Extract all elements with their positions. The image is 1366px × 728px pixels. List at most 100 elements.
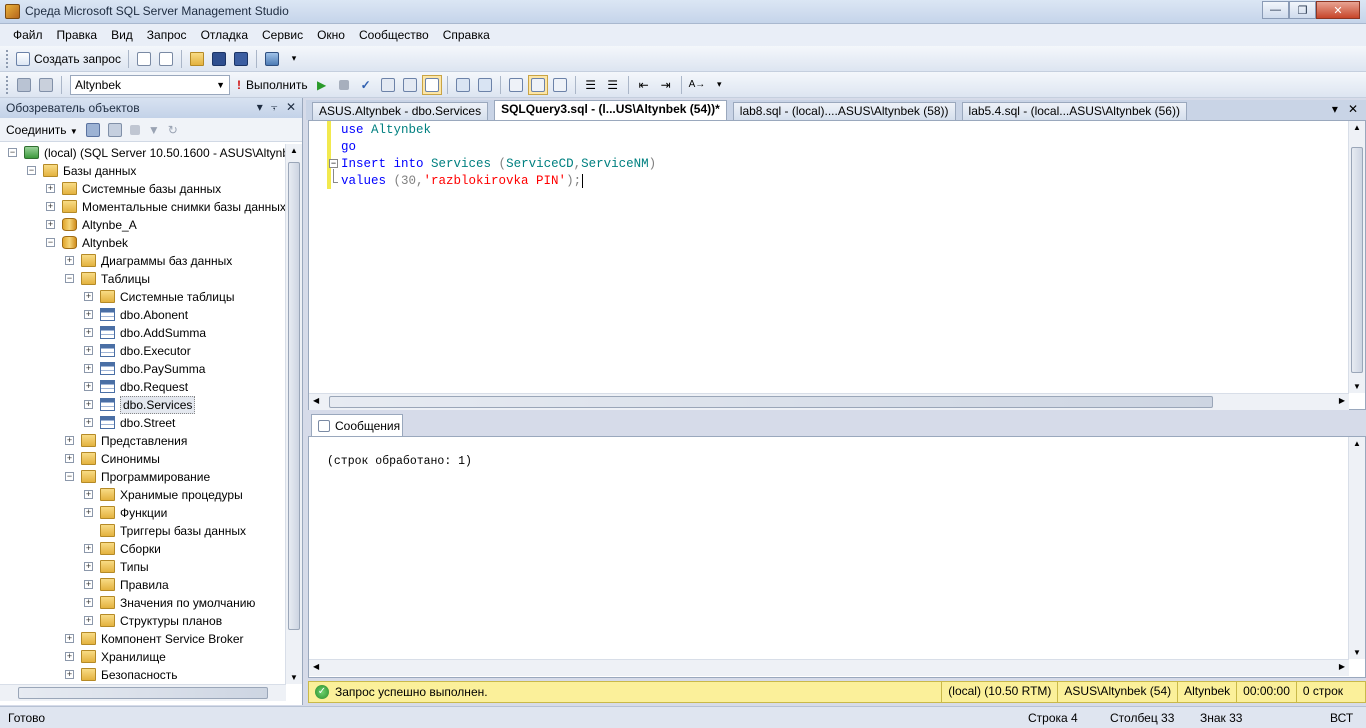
increase-indent-button[interactable]: ⇥ [656,75,676,95]
results-to-text-button[interactable] [506,75,526,95]
scroll-thumb-h[interactable] [18,687,268,699]
expand-icon[interactable]: + [84,616,93,625]
results-to-file-button[interactable] [550,75,570,95]
expand-icon[interactable]: + [84,490,93,499]
parse-button[interactable]: ✓ [356,75,376,95]
messages-pane[interactable]: (строк обработано: 1) ▲ ▼ ◀ ▶ [308,436,1366,678]
expand-icon[interactable]: + [84,346,93,355]
tree-node[interactable]: − Программирование [0,468,286,486]
pane-dropdown-icon[interactable]: ▾ [257,100,263,115]
expand-icon[interactable]: + [84,400,93,409]
menu-file[interactable]: Файл [6,24,50,46]
menu-help[interactable]: Справка [436,24,497,46]
object-explorer-vscroll[interactable]: ▲ ▼ [285,144,302,684]
tree-node[interactable]: + Хранилище [0,648,286,666]
comment-button[interactable]: ☰ [581,75,601,95]
activity-monitor-button[interactable] [262,49,282,69]
toolbar-options-button[interactable]: ▾ [284,49,304,69]
expand-icon[interactable]: + [84,292,93,301]
connect-dropdown[interactable]: Соединить ▼ [6,123,78,137]
tree-node[interactable]: + Системные таблицы [0,288,286,306]
code-line[interactable]: Insert into Services (ServiceCD,ServiceN… [341,156,656,173]
tree-node[interactable]: + Правила [0,576,286,594]
connect-button[interactable] [14,75,34,95]
results-hscroll[interactable]: ◀ ▶ [309,659,1349,676]
editor-scroll-thumb[interactable] [1351,147,1363,373]
disconnect-server-icon[interactable] [107,122,122,137]
expand-icon[interactable]: + [84,562,93,571]
filter-icon[interactable]: ▼ [148,123,160,137]
tree-node[interactable]: + Типы [0,558,286,576]
toolbar-grip[interactable] [6,49,9,68]
refresh-icon[interactable]: ↻ [168,123,178,137]
tree-node[interactable]: + Безопасность [0,666,286,684]
tree-node[interactable]: − Таблицы [0,270,286,288]
decrease-indent-button[interactable]: ⇤ [634,75,654,95]
menu-window[interactable]: Окно [310,24,352,46]
expand-icon[interactable]: + [65,436,74,445]
intellisense-button[interactable] [421,74,442,95]
collapse-icon[interactable]: − [65,472,74,481]
tab-close-icon[interactable]: ✕ [1348,102,1358,116]
document-tab[interactable]: SQLQuery3.sql - (l...US\Altynbek (54))* [494,100,727,120]
tree-node[interactable]: + dbo.AddSumma [0,324,286,342]
expand-icon[interactable]: + [84,328,93,337]
menu-edit[interactable]: Правка [50,24,105,46]
expand-icon[interactable]: + [84,382,93,391]
messages-tab[interactable]: Сообщения [311,414,403,436]
tree-node[interactable]: + dbo.PaySumma [0,360,286,378]
scroll-down-arrow[interactable]: ▼ [290,673,298,682]
scroll-left-arrow[interactable]: ◀ [313,662,319,671]
results-vscroll[interactable]: ▲ ▼ [1348,437,1365,659]
tree-node[interactable]: − Altynbek [0,234,286,252]
expand-icon[interactable]: + [65,256,74,265]
pane-close-icon[interactable]: ✕ [286,100,296,115]
collapse-icon[interactable]: − [65,274,74,283]
collapse-icon[interactable]: − [46,238,55,247]
code-line[interactable]: use Altynbek [341,122,656,139]
scroll-left-arrow[interactable]: ◀ [313,396,319,405]
tree-node[interactable]: + Сборки [0,540,286,558]
tree-node[interactable]: − (local) (SQL Server 10.50.1600 - ASUS\A… [0,144,286,162]
menu-community[interactable]: Сообщество [352,24,436,46]
new-project-button[interactable] [156,49,176,69]
tree-node[interactable]: + Altynbe_A [0,216,286,234]
collapse-icon[interactable]: − [8,148,17,157]
stop-icon[interactable] [129,124,140,135]
minimize-button[interactable]: — [1262,1,1289,19]
scroll-thumb[interactable] [288,162,300,630]
estimated-plan-button[interactable] [453,75,473,95]
scroll-down-arrow[interactable]: ▼ [1353,648,1361,657]
scroll-down-arrow[interactable]: ▼ [1353,382,1361,391]
execute-button[interactable]: ! Выполнить [235,75,310,95]
expand-icon[interactable]: + [84,310,93,319]
tree-node[interactable]: + dbo.Executor [0,342,286,360]
new-file-button[interactable] [134,49,154,69]
menu-query[interactable]: Запрос [140,24,194,46]
tree-node[interactable]: + dbo.Street [0,414,286,432]
collapse-icon[interactable]: − [27,166,36,175]
editor-scroll-thumb-h[interactable] [329,396,1213,408]
pin-icon[interactable]: ⍪ [271,100,278,115]
expand-icon[interactable]: + [84,580,93,589]
expand-icon[interactable]: + [65,652,74,661]
scroll-up-arrow[interactable]: ▲ [1353,123,1361,132]
save-all-button[interactable] [231,49,251,69]
toolbar-options-button-2[interactable]: ▾ [709,75,729,95]
expand-icon[interactable]: + [46,184,55,193]
code-line[interactable]: go [341,139,656,156]
tree-node[interactable]: + Хранимые процедуры [0,486,286,504]
expand-icon[interactable]: + [65,634,74,643]
uncomment-button[interactable]: ☰ [603,75,623,95]
tree-node[interactable]: + Диаграммы баз данных [0,252,286,270]
display-plan-button[interactable] [378,75,398,95]
document-tab[interactable]: lab8.sql - (local)....ASUS\Altynbek (58)… [732,102,956,120]
code-line[interactable]: values (30,'razblokirovka PIN'); [341,173,656,190]
connect-server-icon[interactable] [85,122,100,137]
tree-node[interactable]: + Системные базы данных [0,180,286,198]
menu-tools[interactable]: Сервис [255,24,310,46]
open-file-button[interactable] [187,49,207,69]
editor-hscroll[interactable]: ◀ ▶ [309,393,1349,410]
tree-node[interactable]: + Представления [0,432,286,450]
tree-node[interactable]: + dbo.Services [0,396,286,414]
